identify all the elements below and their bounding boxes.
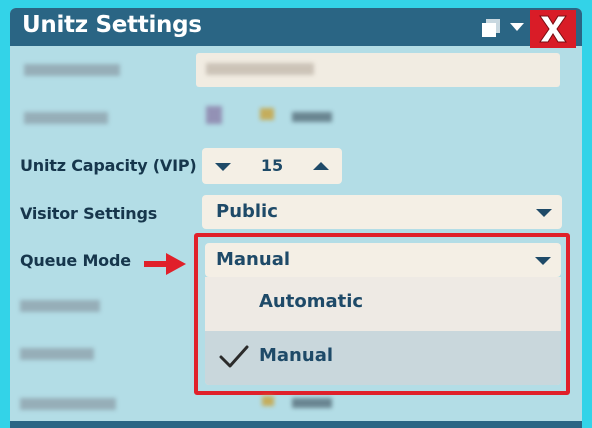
checkmark-icon: [219, 345, 249, 368]
redacted-icon: [260, 108, 274, 120]
titlebar: Unitz Settings: [10, 8, 582, 48]
redacted-label: [20, 398, 116, 410]
queue-mode-value: Manual: [216, 249, 291, 270]
unitz-settings-window: Unitz Settings Unitz Capacity (VIP) 15 V…: [10, 8, 582, 428]
visitor-settings-label: Visitor Settings: [20, 204, 158, 223]
redacted-value: [292, 398, 332, 408]
option-automatic[interactable]: Automatic: [205, 277, 561, 331]
option-manual[interactable]: Manual: [205, 331, 561, 385]
redacted-label: [20, 348, 94, 360]
capacity-label: Unitz Capacity (VIP): [20, 156, 197, 175]
caret-down-icon[interactable]: [509, 21, 525, 33]
redacted-icon: [206, 106, 222, 124]
redacted-value: [206, 63, 314, 75]
queue-mode-select[interactable]: Manual: [205, 243, 561, 277]
restore-icon[interactable]: [480, 17, 502, 39]
chevron-down-icon: [536, 209, 552, 217]
redacted-value: [292, 112, 332, 122]
redacted-icon: [262, 396, 274, 406]
window-bottom-border: [10, 421, 582, 428]
visitor-settings-value: Public: [216, 201, 278, 222]
queue-mode-dropdown: Automatic Manual: [205, 277, 561, 385]
redacted-text-field[interactable]: [196, 53, 560, 87]
close-icon: [539, 15, 567, 43]
redacted-label: [20, 300, 100, 312]
arrow-right-icon: [144, 253, 186, 275]
capacity-stepper[interactable]: 15: [202, 148, 342, 184]
chevron-down-icon: [535, 257, 551, 265]
visitor-settings-select[interactable]: Public: [202, 195, 562, 229]
redacted-label: [24, 112, 108, 124]
option-label: Manual: [259, 345, 334, 366]
window-title: Unitz Settings: [22, 12, 202, 38]
redacted-label: [24, 64, 120, 76]
close-button[interactable]: [530, 10, 576, 48]
queue-mode-label: Queue Mode: [20, 251, 131, 270]
option-label: Automatic: [259, 291, 364, 312]
chevron-up-icon[interactable]: [313, 161, 329, 171]
